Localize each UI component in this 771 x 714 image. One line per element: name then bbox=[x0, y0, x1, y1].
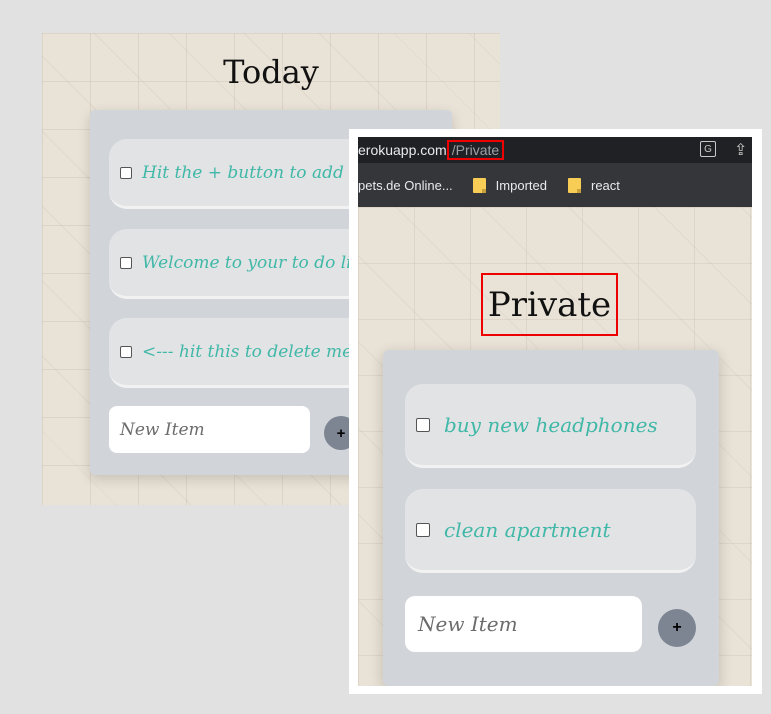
url-host: erokuapp.com bbox=[358, 142, 447, 158]
item-text: clean apartment bbox=[444, 517, 611, 542]
address-bar[interactable]: erokuapp.com /Private G ⇪ bbox=[358, 137, 752, 163]
bookmark-label: Imported bbox=[495, 177, 547, 193]
bookmark-folder-imported[interactable]: Imported bbox=[472, 177, 547, 193]
folder-icon bbox=[567, 177, 581, 193]
item-text: buy new headphones bbox=[444, 412, 658, 437]
item-checkbox[interactable] bbox=[416, 522, 430, 537]
page-title-today: Today bbox=[223, 53, 319, 91]
bookmarks-bar: pets.de Online... Imported react bbox=[358, 163, 752, 207]
item-checkbox[interactable] bbox=[120, 256, 132, 269]
bookmark-folder-react[interactable]: react bbox=[567, 177, 620, 193]
url-path-highlight: /Private bbox=[446, 140, 505, 160]
todo-card-private: buy new headphones clean apartment New I… bbox=[383, 350, 719, 686]
bookmark-label: pets.de Online... bbox=[358, 177, 453, 193]
share-icon[interactable]: ⇪ bbox=[734, 140, 747, 160]
composite-screenshot: Today Hit the + button to add new item. … bbox=[0, 0, 771, 714]
item-checkbox[interactable] bbox=[120, 166, 132, 179]
new-item-input[interactable]: New Item bbox=[109, 406, 310, 453]
new-item-input[interactable]: New Item bbox=[405, 596, 642, 652]
private-page: Private buy new headphones clean apartme… bbox=[358, 207, 752, 686]
item-text: <--- hit this to delete me. bbox=[142, 341, 358, 362]
folder-icon bbox=[472, 177, 486, 193]
private-screenshot-frame: erokuapp.com /Private G ⇪ pets.de Online… bbox=[349, 129, 762, 694]
add-item-button[interactable]: + bbox=[658, 609, 696, 647]
item-checkbox[interactable] bbox=[416, 417, 430, 432]
list-item: clean apartment bbox=[405, 489, 696, 573]
bookmark-label: react bbox=[590, 177, 620, 193]
browser-window: erokuapp.com /Private G ⇪ pets.de Online… bbox=[358, 137, 752, 686]
bookmark-item[interactable]: pets.de Online... bbox=[358, 178, 453, 193]
item-checkbox[interactable] bbox=[120, 345, 132, 358]
page-title-private: Private bbox=[481, 273, 618, 336]
translate-icon[interactable]: G bbox=[700, 141, 716, 157]
list-item: buy new headphones bbox=[405, 384, 696, 468]
new-item-placeholder: New Item bbox=[418, 612, 518, 636]
new-item-placeholder: New Item bbox=[120, 419, 205, 440]
item-text: Welcome to your to do list. bbox=[142, 252, 373, 273]
